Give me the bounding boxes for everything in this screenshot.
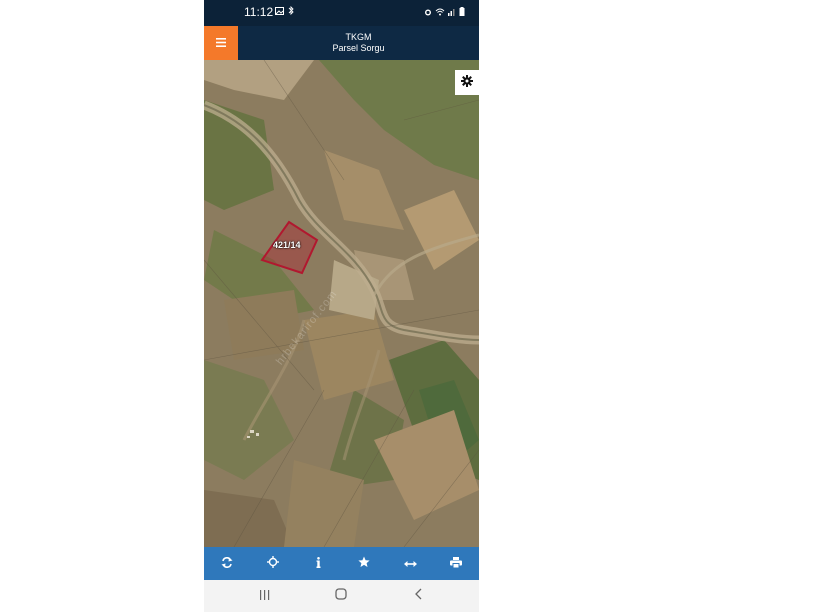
signal-icon — [448, 7, 456, 19]
satellite-map[interactable]: 421/14 hrbekarirof.com — [204, 60, 479, 547]
map-toolbar — [204, 547, 479, 580]
parcel-label: 421/14 — [273, 240, 301, 250]
refresh-button[interactable] — [212, 549, 242, 579]
measure-arrows-icon — [403, 555, 417, 573]
bluetooth-icon — [288, 5, 294, 18]
measure-button[interactable] — [395, 549, 425, 579]
wifi-icon — [435, 7, 445, 19]
phone-screen: 11:12 TKGM Parsel Sorgu 421/14 hrbekarir… — [204, 0, 479, 612]
status-bar: 11:12 — [204, 0, 479, 26]
app-title: TKGM — [345, 32, 372, 42]
app-bar: TKGM Parsel Sorgu — [204, 26, 479, 60]
image-icon — [275, 6, 284, 18]
menu-button[interactable] — [204, 26, 238, 60]
status-time: 11:12 — [244, 5, 274, 19]
home-icon — [335, 587, 347, 605]
settings-button[interactable] — [455, 70, 479, 95]
hamburger-menu-icon — [216, 34, 226, 52]
locate-crosshair-icon — [266, 555, 279, 573]
android-nav-bar — [204, 580, 479, 612]
recent-apps-icon — [259, 587, 270, 605]
star-icon — [358, 555, 370, 573]
app-subtitle: Parsel Sorgu — [332, 43, 385, 53]
print-icon — [450, 555, 463, 573]
recent-apps-button[interactable] — [249, 586, 279, 606]
info-icon — [316, 555, 321, 573]
print-button[interactable] — [441, 549, 471, 579]
title-block: TKGM Parsel Sorgu — [238, 32, 479, 54]
gear-icon — [461, 74, 473, 92]
info-button[interactable] — [304, 549, 334, 579]
locate-button[interactable] — [258, 549, 288, 579]
favorite-button[interactable] — [349, 549, 379, 579]
alarm-icon — [424, 7, 432, 19]
battery-icon — [459, 7, 465, 19]
map-terrain — [204, 60, 479, 547]
refresh-icon — [221, 555, 233, 573]
home-button[interactable] — [326, 586, 356, 606]
back-icon — [414, 587, 422, 605]
back-button[interactable] — [403, 586, 433, 606]
